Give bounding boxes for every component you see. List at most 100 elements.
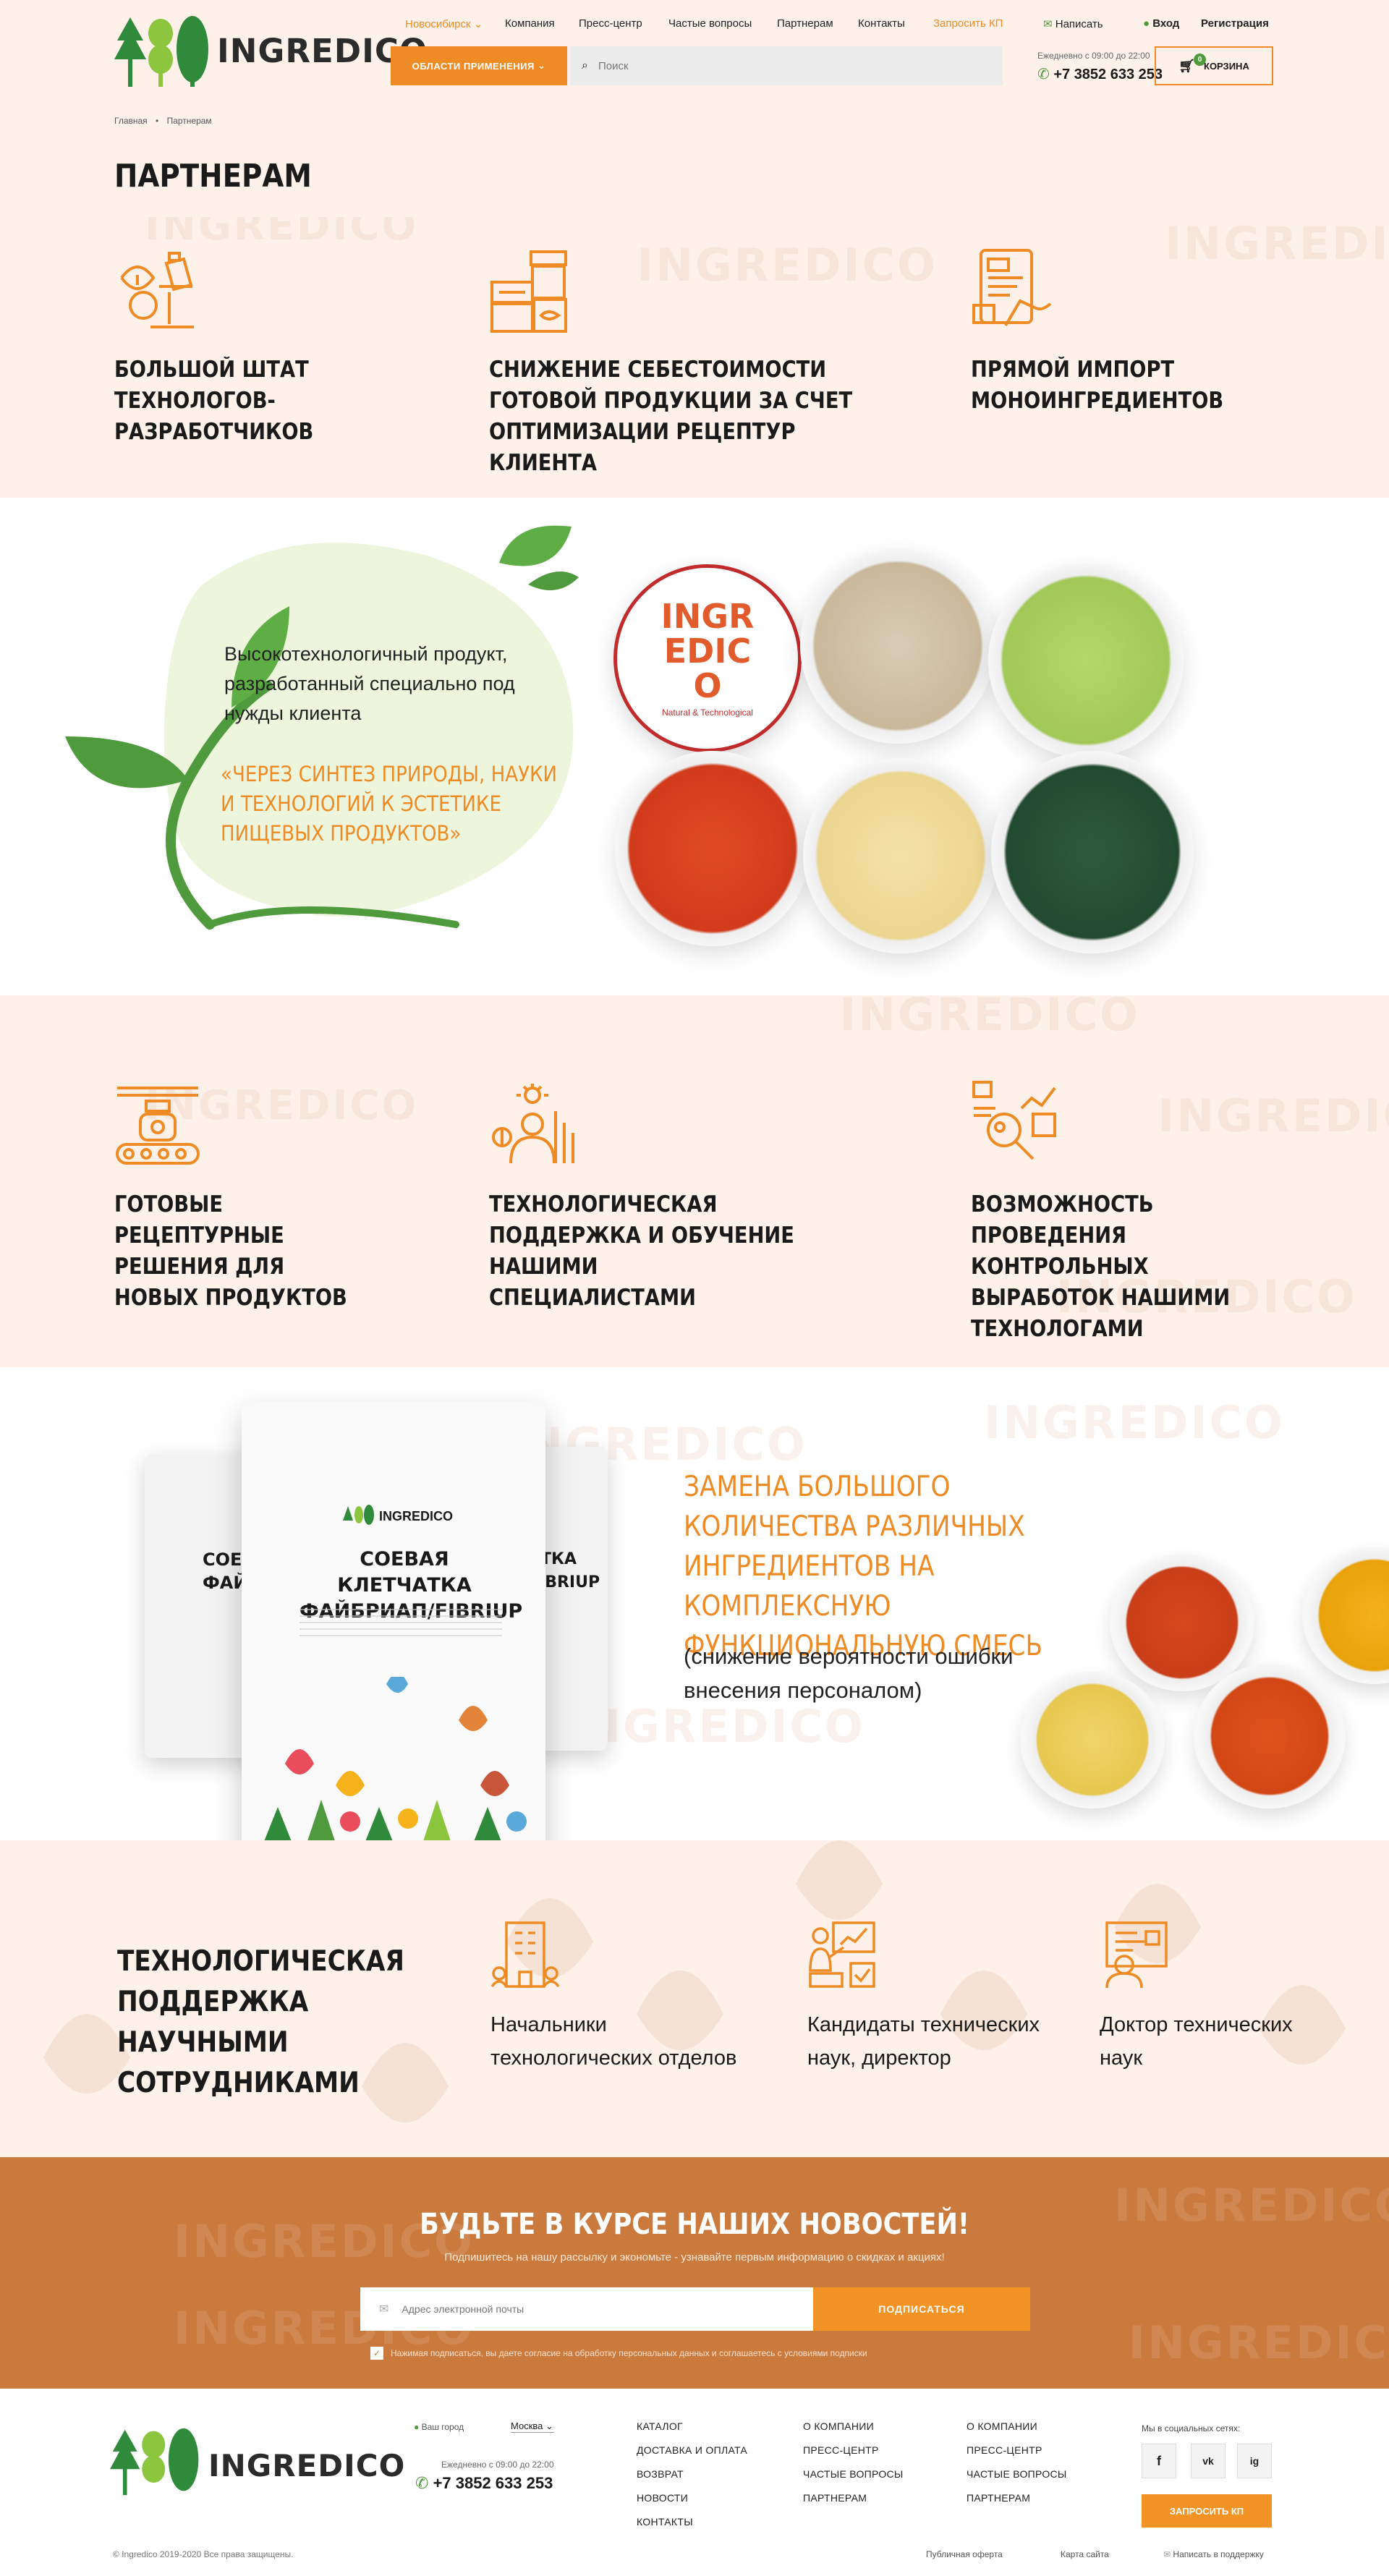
newsletter-section: INGREDICO INGREDICO INGREDICO INGREDICO …	[0, 2157, 1389, 2389]
newsletter-consent[interactable]: ✓ Нажимая подписаться, вы даете согласие…	[370, 2347, 867, 2360]
footer-link-delivery[interactable]: ДОСТАВКА И ОПЛАТА	[637, 2444, 747, 2456]
bowl-green-powder	[988, 563, 1184, 758]
footer-link-company[interactable]: О КОМПАНИИ	[967, 2420, 1067, 2432]
city-selector[interactable]: Новосибирск ⌄	[405, 17, 483, 30]
newsletter-email-input[interactable]	[402, 2303, 793, 2315]
science-section: ТЕХНОЛОГИЧЕСКАЯ ПОДДЕРЖКА НАУЧНЫМИ СОТРУ…	[0, 1840, 1389, 2157]
mail-icon: ✉	[379, 2303, 389, 2316]
footer-city-select[interactable]: Москва ⌄	[511, 2420, 554, 2433]
feature-title: БОЛЬШОЙ ШТАТ ТЕХНОЛОГОВ-РАЗРАБОТЧИКОВ	[114, 357, 314, 445]
facebook-icon[interactable]: f	[1142, 2444, 1176, 2478]
footer-link-faq[interactable]: ЧАСТЫЕ ВОПРОСЫ	[967, 2468, 1067, 2480]
bowl-beige-powder	[800, 548, 995, 744]
footer-link-return[interactable]: ВОЗВРАТ	[637, 2468, 747, 2480]
nav-contacts[interactable]: Контакты	[858, 17, 905, 30]
analytics-icon	[972, 1081, 1056, 1160]
header-phone[interactable]: ✆ +7 3852 633 253	[1037, 65, 1163, 83]
building-icon	[490, 1921, 560, 1988]
feature-title: ГОТОВЫЕ РЕЦЕПТУРНЫЕ РЕШЕНИЯ ДЛЯ НОВЫХ ПР…	[114, 1191, 347, 1311]
search-bar[interactable]: ⌕	[570, 46, 1003, 85]
feature-title: СНИЖЕНИЕ СЕБЕСТОИМОСТИ ГОТОВОЙ ПРОДУКЦИИ…	[489, 357, 853, 476]
social-label: Мы в социальных сетях:	[1142, 2423, 1241, 2433]
application-areas-button[interactable]: ОБЛАСТИ ПРИМЕНЕНИЯ ⌄	[391, 46, 567, 85]
copyright: © Ingredico 2019-2020 Все права защищены…	[113, 2549, 294, 2559]
bowl-red-powder	[615, 751, 810, 946]
cart-button[interactable]: 🛒︎ 0 КОРЗИНА	[1155, 46, 1273, 85]
package-leaves-illustration	[264, 1677, 527, 1840]
search-input[interactable]	[598, 59, 960, 72]
feature-title: ВОЗМОЖНОСТЬ ПРОВЕДЕНИЯ КОНТРОЛЬНЫХ ВЫРАБ…	[971, 1191, 1231, 1342]
footer-link-partners[interactable]: ПАРТНЕРАМ	[967, 2492, 1067, 2504]
product-package: INGREDICO СОЕВАЯ КЛЕТЧАТКА ФАЙБРИАП/FIBR…	[242, 1402, 545, 1840]
phone-icon: ✆	[415, 2474, 429, 2492]
presentation-icon	[809, 1921, 875, 1988]
science-item-label: Кандидаты технических наук, директор	[807, 2013, 1040, 2070]
feature-title: ПРЯМОЙ ИМПОРТ МОНОИНГРЕДИЕНТОВ	[971, 357, 1224, 414]
nav-company[interactable]: Компания	[505, 17, 555, 30]
register-link[interactable]: Регистрация	[1201, 17, 1269, 30]
nav-request-quote[interactable]: Запросить КП	[933, 17, 1003, 30]
footer-link-catalog[interactable]: КАТАЛОГ	[637, 2420, 747, 2432]
write-link[interactable]: ✉ Написать	[1043, 17, 1103, 30]
specialist-icon	[492, 1084, 574, 1164]
cart-count-badge: 0	[1194, 54, 1206, 66]
footer-link-news[interactable]: НОВОСТИ	[637, 2492, 747, 2504]
footer-menu-2: О КОМПАНИИ ПРЕСС-ЦЕНТР ЧАСТЫЕ ВОПРОСЫ ПА…	[803, 2420, 904, 2516]
footer-link-partners[interactable]: ПАРТНЕРАМ	[803, 2492, 904, 2504]
footer-link-company[interactable]: О КОМПАНИИ	[803, 2420, 904, 2432]
breadcrumb-current: Партнерам	[166, 116, 212, 126]
conveyor-icon	[116, 1087, 200, 1165]
footer-link-press[interactable]: ПРЕСС-ЦЕНТР	[803, 2444, 904, 2456]
footer-link-contacts[interactable]: КОНТАКТЫ	[637, 2516, 747, 2528]
cart-icon: 🛒︎	[1178, 58, 1196, 73]
bowl-turmeric	[1302, 1547, 1389, 1684]
features-section-1: INGREDICO INGREDICO INGREDICO БОЛЬШОЙ ШТ…	[0, 217, 1389, 498]
location-icon: ●	[414, 2422, 420, 2432]
public-offer-link[interactable]: Публичная оферта	[926, 2549, 1003, 2559]
vk-icon[interactable]: vk	[1191, 2444, 1226, 2478]
science-item-label: Доктор технических наук	[1100, 2013, 1293, 2070]
mix-title: ЗАМЕНА БОЛЬШОГО КОЛИЧЕСТВА РАЗЛИЧНЫХ ИНГ…	[684, 1471, 1043, 1662]
bowl-orange-spice	[1194, 1664, 1346, 1808]
nav-partners[interactable]: Партнерам	[777, 17, 833, 30]
bowl-dark-green-powder	[991, 751, 1194, 953]
logo-icon[interactable]	[114, 12, 213, 90]
footer-phone[interactable]: ✆ +7 3852 633 253	[415, 2474, 553, 2493]
science-title: ТЕХНОЛОГИЧЕСКАЯ ПОДДЕРЖКА НАУЧНЫМИ СОТРУ…	[117, 1945, 404, 2099]
footer-request-quote-button[interactable]: ЗАПРОСИТЬ КП	[1142, 2494, 1272, 2528]
footer-logo-icon[interactable]	[110, 2423, 203, 2499]
footer-hours: Ежедневно с 09:00 до 22:00	[441, 2460, 554, 2470]
sitemap-link[interactable]: Карта сайта	[1061, 2549, 1109, 2559]
subscribe-button[interactable]: ПОДПИСАТЬСЯ	[813, 2287, 1030, 2331]
nav-faq[interactable]: Частые вопросы	[668, 17, 752, 30]
footer-logo-text[interactable]: INGREDICO	[208, 2448, 405, 2483]
site-footer: INGREDICO ● Ваш город Москва ⌄ Ежедневно…	[0, 2389, 1389, 2576]
promo-section: Высокотехнологичный продукт, разработанн…	[0, 498, 1389, 995]
newsletter-email-field[interactable]: ✉	[360, 2287, 813, 2331]
brand-badge: INGREDICO Natural & Technological	[613, 564, 802, 752]
mix-section: INGREDICO INGREDICO INGREDICO СОЕВА ФАЙБ…	[0, 1367, 1389, 1840]
breadcrumb: Главная • Партнерам	[114, 116, 212, 126]
bowl-paprika	[1110, 1554, 1254, 1691]
microscope-icon	[120, 252, 194, 328]
consent-checkbox[interactable]: ✓	[370, 2347, 383, 2360]
footer-city-label: ● Ваш город	[414, 2422, 464, 2432]
tablet-order-icon	[972, 249, 1052, 327]
footer-menu-3: О КОМПАНИИ ПРЕСС-ЦЕНТР ЧАСТЫЕ ВОПРОСЫ ПА…	[967, 2420, 1067, 2516]
footer-link-press[interactable]: ПРЕСС-ЦЕНТР	[967, 2444, 1067, 2456]
bowl-yellow-spice	[1020, 1671, 1165, 1808]
science-item-label: Начальники технологических отделов	[490, 2013, 737, 2070]
promo-text: Высокотехнологичный продукт, разработанн…	[224, 643, 515, 724]
page-title: ПАРТНЕРАМ	[114, 158, 312, 195]
user-icon: ●	[1143, 17, 1150, 30]
footer-link-faq[interactable]: ЧАСТЫЕ ВОПРОСЫ	[803, 2468, 904, 2480]
instagram-icon[interactable]: ig	[1237, 2444, 1272, 2478]
support-link[interactable]: ✉ Написать в поддержку	[1163, 2549, 1264, 2559]
bowl-yellow-powder	[803, 758, 998, 953]
login-link[interactable]: ● Вход	[1143, 17, 1179, 30]
nav-press[interactable]: Пресс-центр	[579, 17, 642, 30]
working-hours: Ежедневно с 09:00 до 22:00	[1037, 51, 1150, 61]
package-logo: INGREDICO	[343, 1505, 453, 1528]
breadcrumb-home[interactable]: Главная	[114, 116, 148, 126]
feature-title: ТЕХНОЛОГИЧЕСКАЯ ПОДДЕРЖКА И ОБУЧЕНИЕ НАШ…	[489, 1191, 794, 1311]
